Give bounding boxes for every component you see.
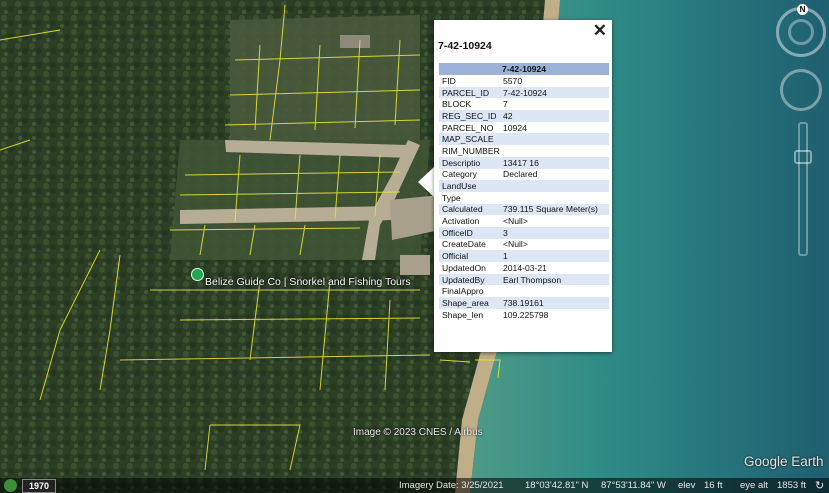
attribute-row: PARCEL_ID 7-42-10924 [439,86,609,99]
attribute-row: Shape_area 738.19161 [439,297,609,309]
attribute-value [500,192,609,204]
loading-spinner-icon: ↻ [815,480,825,492]
elevation-value: 16 ft [704,480,723,491]
satellite-map[interactable] [0,0,829,493]
attribute-key: BLOCK [442,99,472,110]
attribute-value: Declared [503,169,538,180]
attribute-row: FinalAppro [439,285,609,297]
attribute-value: 7-42-10924 [500,86,609,99]
status-bar: 1970 Imagery Date: 3/25/2021 18°03'42.81… [0,478,829,493]
attribute-value: 739.115 Square Meter(s) [500,203,609,216]
parcel-info-balloon: ✕ 7-42-10924 7-42-10924 FID 5570 PARCEL_ID… [434,20,612,352]
historical-year[interactable]: 1970 [22,479,57,493]
attribute-row: RIM_NUMBER [439,145,609,157]
rotate-control[interactable] [788,19,814,45]
attribute-row: LandUse [439,180,609,192]
zoom-slider-thumb[interactable] [794,150,812,164]
attribute-value [500,145,609,157]
attribute-key: Descriptio [439,156,500,169]
attribute-value: 10924 [503,122,527,133]
attribute-row: Descriptio 13417 16 [439,156,609,169]
attribute-row: Calculated 739.115 Square Meter(s) [439,203,609,216]
attribute-row: Category Declared [439,169,609,181]
eye-altitude-label: eye alt [740,480,768,491]
attribute-row: Activation <Null> [439,215,609,227]
look-joystick[interactable] [780,69,822,111]
attribute-key: PARCEL_ID [439,86,500,99]
attribute-value: 2014-03-21 [503,262,547,273]
attribute-key: UpdatedOn [442,262,486,273]
attribute-key: MAP_SCALE [439,133,500,146]
attribute-key: Calculated [439,203,500,216]
attribute-value [500,180,609,192]
attribute-key: Shape_len [442,309,484,320]
close-icon[interactable]: ✕ [593,21,607,41]
attribute-row: BLOCK 7 [439,98,609,110]
popup-pointer [418,167,434,197]
attribute-key: FinalAppro [442,286,484,297]
attribute-key: CreateDate [442,239,486,250]
attribute-key: Category [442,169,477,180]
attribute-key: Shape_area [439,297,500,309]
attribute-row: Type [439,192,609,204]
attribute-value [500,133,609,146]
attribute-row: UpdatedOn 2014-03-21 [439,262,609,274]
attribute-table: 7-42-10924 FID 5570 PARCEL_ID 7-42-10924 BLO… [439,63,609,320]
attribute-value: <Null> [503,216,528,227]
balloon-title: 7-42-10924 [438,40,492,52]
attribute-row: PARCEL_NO 10924 [439,122,609,134]
attribute-value: 13417 16 [500,156,609,169]
attribute-key: FID [442,75,456,86]
attribute-row: OfficeID 3 [439,226,609,239]
eye-altitude-value: 1853 ft [777,480,807,491]
attribute-value: 42 [500,110,609,122]
attribute-row: CreateDate <Null> [439,239,609,251]
attribute-value: 7 [503,99,508,110]
imagery-date: Imagery Date: 3/25/2021 [399,480,504,491]
attribute-row: UpdatedBy Earl Thompson [439,273,609,286]
google-earth-logo: Google Earth [744,454,824,469]
attribute-value: 3 [500,226,609,239]
attribute-value: <Null> [503,239,528,250]
attribute-row: Official 1 [439,250,609,262]
attribute-value: 5570 [503,75,523,86]
attribute-key: RIM_NUMBER [442,145,500,156]
historical-imagery-icon[interactable] [4,479,17,492]
zoom-slider[interactable] [798,122,808,256]
attribute-key: Activation [442,216,480,227]
attribute-value: 109.225798 [503,309,549,320]
attribute-key: Official [439,250,500,262]
elevation-label: elev [678,480,696,491]
attribute-key: REG_SEC_ID [439,110,500,122]
attribute-row: MAP_SCALE [439,133,609,146]
longitude-readout: 87°53'11.84" W [601,480,666,491]
place-marker-icon[interactable] [191,268,204,281]
attribute-row: REG_SEC_ID 42 [439,110,609,122]
place-label[interactable]: Belize Guide Co | Snorkel and Fishing To… [205,276,411,288]
attribute-key: PARCEL_NO [442,122,494,133]
attribute-value: 738.19161 [500,297,609,309]
attribute-key: OfficeID [439,226,500,239]
attribute-table-header: 7-42-10924 [439,63,609,75]
attribute-value [500,285,609,297]
north-indicator[interactable]: N [797,4,808,15]
attribute-value: Earl Thompson [500,273,609,286]
attribute-row: FID 5570 [439,75,609,87]
attribute-key: LandUse [439,180,500,192]
imagery-attribution: Image © 2023 CNES / Airbus [353,427,483,438]
attribute-row: Shape_len 109.225798 [439,309,609,321]
attribute-key: Type [442,192,461,203]
latitude-readout: 18°03'42.81" N [525,480,589,491]
attribute-key: UpdatedBy [439,273,500,286]
attribute-value: 1 [500,250,609,262]
